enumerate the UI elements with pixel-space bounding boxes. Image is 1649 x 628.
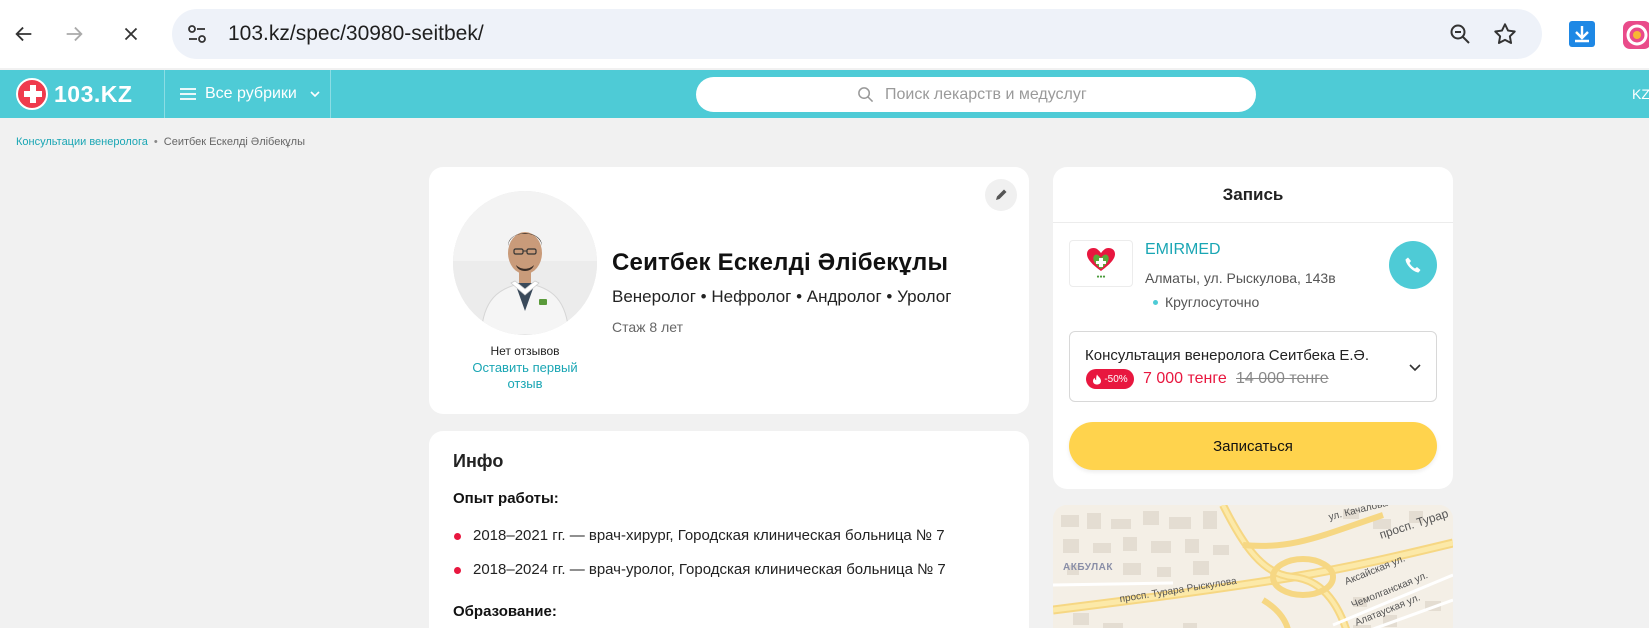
color-extension-icon[interactable]: [1622, 20, 1649, 50]
doctor-photo: [453, 191, 597, 335]
clinic-map[interactable]: ул. Качалова просп. Турар АКБУЛАК просп.…: [1053, 505, 1453, 628]
search-input[interactable]: [885, 77, 1235, 112]
service-name: Консультация венеролога Сеитбека Е.Ә.: [1085, 347, 1369, 364]
download-icon[interactable]: [1568, 20, 1596, 48]
clinic-logo[interactable]: ●●●: [1069, 240, 1133, 287]
list-item: 2018–2021 гг. — врач-хирург, Городская к…: [453, 527, 946, 561]
close-icon: [124, 27, 138, 41]
breadcrumb: Консультации венеролога • Сеитбек Ескелд…: [16, 136, 305, 148]
education-title: Образование:: [453, 603, 557, 620]
clinic-address: Алматы, ул. Рыскулова, 143в: [1145, 270, 1336, 286]
breadcrumb-current: Сеитбек Ескелді Әлібекұлы: [163, 136, 305, 148]
search-bar[interactable]: [696, 77, 1256, 112]
doctor-specialties: Венеролог • Нефролог • Андролог • Уролог: [612, 287, 952, 306]
site-header: 103.KZ Все рубрики KZ: [0, 70, 1649, 118]
doctor-avatar: [453, 191, 597, 335]
arrow-left-icon: [15, 26, 32, 42]
list-item: 2018–2024 гг. — врач-уролог, Городская к…: [453, 561, 946, 595]
doctor-name: Сеитбек Ескелді Әлібекұлы: [612, 249, 949, 276]
phone-icon: [1405, 257, 1421, 273]
heart-logo-icon: [1087, 248, 1115, 271]
doctor-experience: Стаж 8 лет: [612, 319, 683, 335]
call-button[interactable]: [1389, 241, 1437, 289]
address-bar[interactable]: 103.kz/spec/30980-seitbek/: [172, 9, 1542, 59]
work-experience-list: 2018–2021 гг. — врач-хирург, Городская к…: [453, 527, 946, 595]
price-discounted: 7 000 тенге: [1143, 370, 1227, 387]
breadcrumb-parent-link[interactable]: Консультации венеролога: [16, 136, 148, 148]
stop-loading-button[interactable]: [113, 16, 149, 52]
info-card: Инфо Опыт работы: 2018–2021 гг. — врач-х…: [429, 431, 1029, 628]
booking-card: Запись ●●● EMIRMED Алматы, ул. Рыскулова…: [1053, 167, 1453, 489]
price-original: 14 000 тенге: [1236, 370, 1329, 387]
breadcrumb-separator: •: [153, 136, 158, 148]
site-settings-icon[interactable]: [186, 23, 208, 45]
doctor-profile-card: Нет отзывов Оставить первый отзыв Сеитбе…: [429, 167, 1029, 414]
pencil-icon: [996, 189, 1007, 200]
work-experience-title: Опыт работы:: [453, 490, 559, 507]
clinic-hours: Круглосуточно: [1153, 294, 1259, 310]
edit-button[interactable]: [985, 179, 1017, 211]
service-select[interactable]: Консультация венеролога Сеитбека Е.Ә. -5…: [1069, 331, 1437, 402]
header-divider: [164, 70, 165, 118]
info-title: Инфо: [453, 451, 504, 471]
site-logo[interactable]: 103.KZ: [16, 78, 132, 110]
search-icon: [858, 87, 874, 103]
clinic-name-link[interactable]: EMIRMED: [1145, 241, 1221, 259]
clinic-logo-caption: ●●●: [1096, 274, 1106, 280]
bookmark-star-icon[interactable]: [1492, 21, 1518, 47]
back-button[interactable]: [6, 16, 42, 52]
medical-cross-icon: [16, 78, 48, 110]
chevron-down-icon: [310, 91, 320, 98]
flame-icon: [1093, 374, 1102, 384]
book-appointment-button[interactable]: Записаться: [1069, 422, 1437, 470]
header-divider: [330, 70, 331, 118]
forward-button[interactable]: [56, 16, 92, 52]
menu-icon: [180, 88, 196, 100]
browser-toolbar: 103.kz/spec/30980-seitbek/: [0, 0, 1649, 68]
discount-text: -50%: [1104, 373, 1128, 385]
clinic-hours-text: Круглосуточно: [1165, 294, 1260, 310]
all-rubrics-menu[interactable]: Все рубрики: [180, 70, 321, 118]
reviews-count: Нет отзывов: [490, 344, 560, 358]
status-dot-icon: [1153, 299, 1158, 305]
zoom-icon[interactable]: [1448, 22, 1472, 46]
leave-first-review-link[interactable]: Оставить первый отзыв: [469, 360, 581, 392]
language-switch[interactable]: KZ: [1632, 70, 1649, 118]
arrow-right-icon: [66, 26, 83, 42]
logo-text: 103.KZ: [54, 80, 133, 107]
discount-badge: -50%: [1086, 369, 1134, 389]
booking-title: Запись: [1053, 167, 1453, 223]
url-text[interactable]: 103.kz/spec/30980-seitbek/: [228, 9, 484, 59]
chevron-down-icon: [1409, 364, 1421, 372]
rubrics-label: Все рубрики: [205, 85, 297, 102]
map-district-label: АКБУЛАК: [1063, 562, 1113, 573]
